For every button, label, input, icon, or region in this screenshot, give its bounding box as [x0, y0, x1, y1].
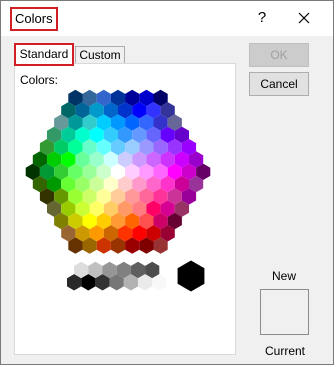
tab-standard[interactable]: Standard	[14, 43, 74, 66]
ok-button[interactable]: OK	[249, 43, 309, 67]
black-swatch[interactable]	[177, 260, 205, 292]
cancel-button[interactable]: Cancel	[249, 72, 309, 96]
colors-dialog: Colors ? Standard Custom Colors: OK Canc…	[0, 0, 334, 365]
new-color-label: New	[272, 269, 297, 283]
current-color-label: Current	[265, 344, 306, 358]
color-preview-swatch	[260, 289, 309, 335]
